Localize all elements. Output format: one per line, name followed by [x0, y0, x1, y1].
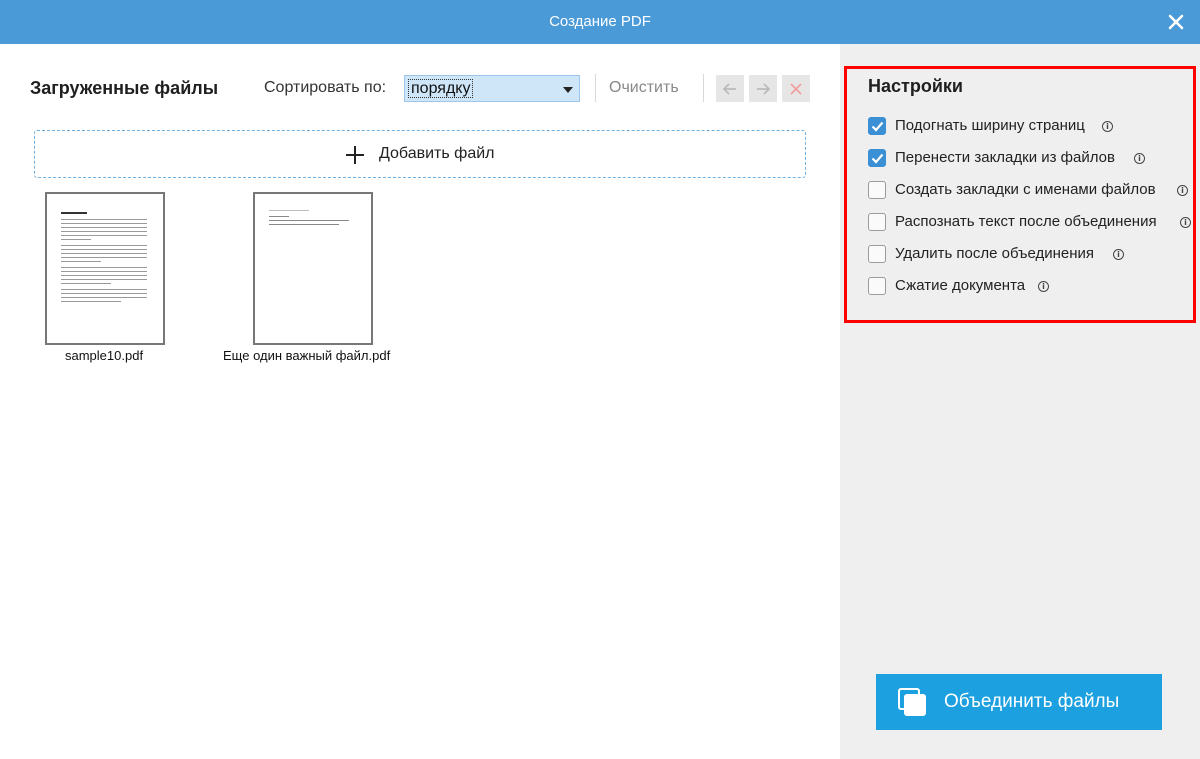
sort-value: порядку	[408, 79, 474, 98]
checkbox[interactable]	[868, 117, 886, 135]
title-bar: Создание PDF	[0, 0, 1200, 44]
merge-files-button[interactable]: Объединить файлы	[876, 674, 1162, 730]
delete-button[interactable]	[782, 75, 810, 102]
checkmark-icon	[871, 153, 884, 164]
info-icon[interactable]: i	[1177, 185, 1188, 196]
sort-label: Сортировать по:	[264, 79, 387, 96]
plus-icon	[346, 146, 364, 164]
option-label: Удалить после объединения	[895, 245, 1095, 262]
option-label: Распознать текст после объединения	[895, 213, 1157, 230]
merge-button-label: Объединить файлы	[944, 691, 1120, 712]
move-left-button[interactable]	[716, 75, 744, 102]
divider	[703, 74, 704, 102]
chevron-down-icon	[563, 87, 573, 93]
option-label: Создать закладки с именами файлов	[895, 181, 1156, 198]
option-label: Сжатие документа	[895, 277, 1026, 294]
checkbox[interactable]	[868, 277, 886, 295]
files-heading: Загруженные файлы	[30, 78, 219, 98]
arrow-left-icon	[722, 83, 736, 95]
info-icon[interactable]: i	[1113, 249, 1124, 260]
option-label: Перенести закладки из файлов	[895, 149, 1115, 166]
info-icon[interactable]: i	[1102, 121, 1113, 132]
add-file-label: Добавить файл	[379, 145, 495, 162]
file-name: sample10.pdf	[65, 348, 144, 363]
files-panel: Загруженные файлы Сортировать по: порядк…	[0, 44, 840, 759]
merge-icon	[898, 688, 928, 718]
checkbox[interactable]	[868, 213, 886, 231]
sort-dropdown[interactable]: порядку	[404, 75, 580, 102]
move-right-button[interactable]	[749, 75, 777, 102]
checkbox[interactable]	[868, 149, 886, 167]
file-thumbnail	[45, 192, 165, 345]
file-item[interactable]: Еще один важный файл.pdf	[223, 192, 398, 367]
settings-title: Настройки	[868, 76, 963, 96]
close-icon[interactable]	[1164, 10, 1188, 34]
file-name: Еще один важный файл.pdf	[223, 348, 391, 363]
info-icon[interactable]: i	[1180, 217, 1191, 228]
delete-icon	[790, 83, 802, 95]
settings-panel: Настройки Подогнать ширину страниц i Пер…	[840, 44, 1200, 759]
file-item[interactable]: sample10.pdf	[45, 192, 165, 367]
window-title: Создание PDF	[549, 13, 651, 30]
divider	[595, 74, 596, 102]
add-file-button[interactable]: Добавить файл	[34, 130, 806, 178]
option-label: Подогнать ширину страниц	[895, 117, 1085, 134]
checkmark-icon	[871, 121, 884, 132]
checkbox[interactable]	[868, 181, 886, 199]
clear-button[interactable]: Очистить	[609, 79, 679, 97]
info-icon[interactable]: i	[1134, 153, 1145, 164]
file-thumbnail	[253, 192, 373, 345]
info-icon[interactable]: i	[1038, 281, 1049, 292]
arrow-right-icon	[757, 83, 771, 95]
checkbox[interactable]	[868, 245, 886, 263]
